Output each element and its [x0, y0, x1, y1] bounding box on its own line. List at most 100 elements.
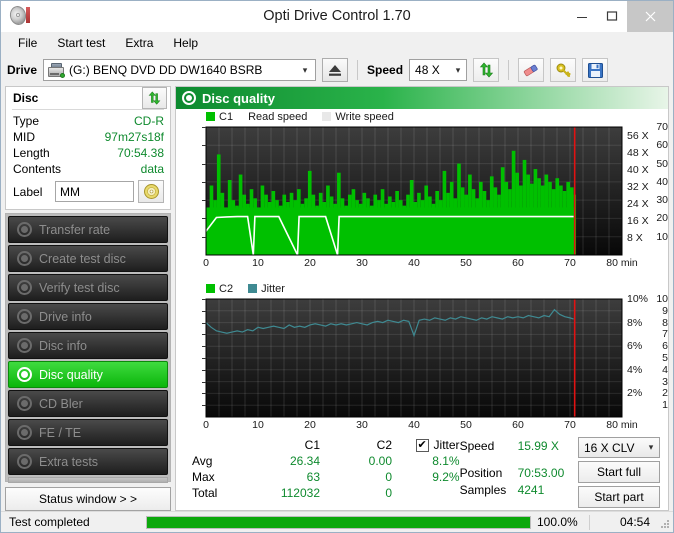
- refresh-icon: [479, 62, 493, 77]
- charts-area: C1 Read speed Write speed 10 20 30 40 50 60 70 0 8 …: [176, 109, 668, 433]
- disc-label-input[interactable]: MM: [55, 181, 134, 202]
- menu-item-help[interactable]: Help: [164, 34, 207, 52]
- position-readout-value: 70:53.00: [517, 465, 565, 480]
- disc-label-button[interactable]: [138, 180, 164, 203]
- main-panel: Disc quality C1 Read speed Write speed 10 20…: [175, 86, 669, 511]
- status-window-button[interactable]: Status window > >: [5, 487, 171, 511]
- menu-item-start-test[interactable]: Start test: [48, 34, 114, 52]
- total-c1-value: 112032: [280, 486, 320, 500]
- disc-row-value: 70:54.38: [117, 146, 164, 160]
- drive-icon: [17, 309, 32, 324]
- elapsed-time: 04:54: [619, 515, 650, 529]
- menu-bar: File Start test Extra Help: [1, 32, 673, 54]
- test-readout: Speed 15.99 X Position 70:53.00 Samples …: [460, 437, 578, 508]
- disc-row-key: MID: [13, 130, 35, 144]
- tick-mark: [202, 381, 206, 383]
- max-c1-value: 63: [306, 470, 320, 484]
- avg-c1-value: 26.34: [289, 454, 320, 468]
- readout-gap: [460, 454, 578, 464]
- write-mode-select[interactable]: 16 X CLV ▾: [578, 437, 660, 458]
- toolbar-separator: [508, 60, 510, 80]
- x-axis-tick: 70: [564, 257, 576, 269]
- sidebar-item-label: CD Bler: [39, 396, 83, 411]
- x-axis-tick: 80 min: [606, 419, 638, 431]
- key-button[interactable]: [550, 58, 577, 82]
- tick-mark: [202, 393, 206, 395]
- chart-canvas: [205, 126, 623, 256]
- drive-select[interactable]: (G:) BENQ DVD DD DW1640 BSRB ▾: [43, 59, 317, 81]
- save-button[interactable]: [582, 58, 609, 82]
- y-axis-tick-right: 8%: [627, 316, 643, 329]
- start-full-button[interactable]: Start full: [578, 461, 660, 483]
- x-axis-tick: 30: [356, 419, 368, 431]
- speed-label: Speed: [367, 63, 404, 77]
- jitter-stats-column: ✔ Jitter 8.1% 9.2%: [368, 437, 460, 485]
- drive-select-value: (G:) BENQ DVD DD DW1640 BSRB: [69, 63, 263, 77]
- progress-bar: [146, 515, 531, 529]
- close-icon[interactable]: [627, 0, 673, 32]
- row-label-max: Max: [192, 470, 215, 484]
- disc-panel-title: Disc: [13, 91, 39, 105]
- eraser-icon: [523, 64, 538, 77]
- disc-row-mid: MID 97m27s18f: [13, 129, 164, 145]
- disc-label-key: Label: [13, 184, 43, 199]
- sidebar-item-cd-bler[interactable]: CD Bler: [8, 390, 168, 417]
- y-axis-tick-left: 5: [662, 352, 668, 364]
- sidebar-item-drive-info[interactable]: Drive info: [8, 303, 168, 330]
- write-mode-value: 16 X CLV: [584, 440, 635, 455]
- tick-mark: [202, 299, 206, 300]
- disc-refresh-button[interactable]: [142, 87, 167, 109]
- disc-check-icon: [17, 280, 32, 295]
- sidebar-item-label: Extra tests: [39, 454, 99, 469]
- x-axis-tick: 50: [460, 257, 472, 269]
- row-label-avg: Avg: [192, 454, 213, 468]
- x-axis-tick: 40: [408, 257, 420, 269]
- table-row: Total 112032 0: [182, 485, 460, 501]
- main-panel-title: Disc quality: [202, 90, 275, 106]
- x-axis-tick: 50: [460, 419, 472, 431]
- sidebar-item-label: Create test disc: [39, 251, 126, 266]
- tick-mark: [202, 127, 206, 128]
- sidebar-item-transfer-rate[interactable]: Transfer rate: [8, 216, 168, 243]
- y-axis-tick-left: 1: [662, 399, 668, 412]
- sidebar-item-disc-quality[interactable]: Disc quality: [8, 361, 168, 388]
- speed-readout-label: Speed: [459, 438, 495, 453]
- refresh-button[interactable]: [473, 58, 500, 82]
- tick-mark: [202, 236, 206, 238]
- minimize-icon[interactable]: [567, 0, 597, 32]
- tick-mark: [202, 334, 206, 336]
- drive-icon: [48, 62, 66, 78]
- disc-icon: [17, 396, 32, 411]
- jitter-checkbox[interactable]: ✔: [415, 438, 429, 452]
- c1-read-speed-chart[interactable]: C1 Read speed Write speed 10 20 30 40 50 60 70 0 8 …: [176, 109, 668, 281]
- disc-row-value: 97m27s18f: [104, 130, 164, 144]
- tick-mark: [202, 200, 206, 202]
- sidebar-item-disc-info[interactable]: Disc info: [8, 332, 168, 359]
- menu-item-extra[interactable]: Extra: [116, 34, 162, 52]
- c2-jitter-chart[interactable]: C2 Jitter 1 2 3 4 5 6 7 8 9 10 0 2% 4% 6% 8% 10% 10 20 30 40 5…: [176, 281, 668, 436]
- maximize-icon[interactable]: [597, 0, 627, 32]
- eject-icon: [329, 64, 342, 76]
- start-part-button[interactable]: Start part: [578, 486, 660, 508]
- tick-mark: [202, 218, 206, 220]
- y-axis-tick-left: 6: [662, 340, 668, 353]
- samples-readout-label: Samples: [459, 482, 507, 497]
- menu-item-file[interactable]: File: [9, 34, 46, 52]
- sidebar-item-verify-test-disc[interactable]: Verify test disc: [8, 274, 168, 301]
- disc-row-value: CD-R: [134, 114, 164, 128]
- sidebar-item-create-test-disc[interactable]: Create test disc: [8, 245, 168, 272]
- sidebar-item-fe-te[interactable]: FE / TE: [8, 419, 168, 446]
- avg-jitter-value: 8.1%: [432, 454, 460, 468]
- eraser-button[interactable]: [518, 58, 545, 82]
- x-axis-tick: 30: [356, 257, 368, 269]
- chevron-down-icon: ▾: [648, 442, 654, 452]
- sidebar-item-label: Disc quality: [39, 367, 103, 382]
- eject-button[interactable]: [322, 58, 349, 82]
- sidebar-item-extra-tests[interactable]: Extra tests: [8, 448, 168, 475]
- speed-select[interactable]: 48 X ▾: [409, 59, 468, 81]
- sidebar: Disc Type CD-R MID 97m27s18f Length 70:5…: [5, 86, 171, 511]
- y-axis-tick-right: 56 X: [627, 129, 649, 142]
- y-axis-tick-right: 24 X: [627, 197, 649, 210]
- resize-grip[interactable]: [656, 515, 670, 529]
- sidebar-item-label: FE / TE: [39, 425, 82, 440]
